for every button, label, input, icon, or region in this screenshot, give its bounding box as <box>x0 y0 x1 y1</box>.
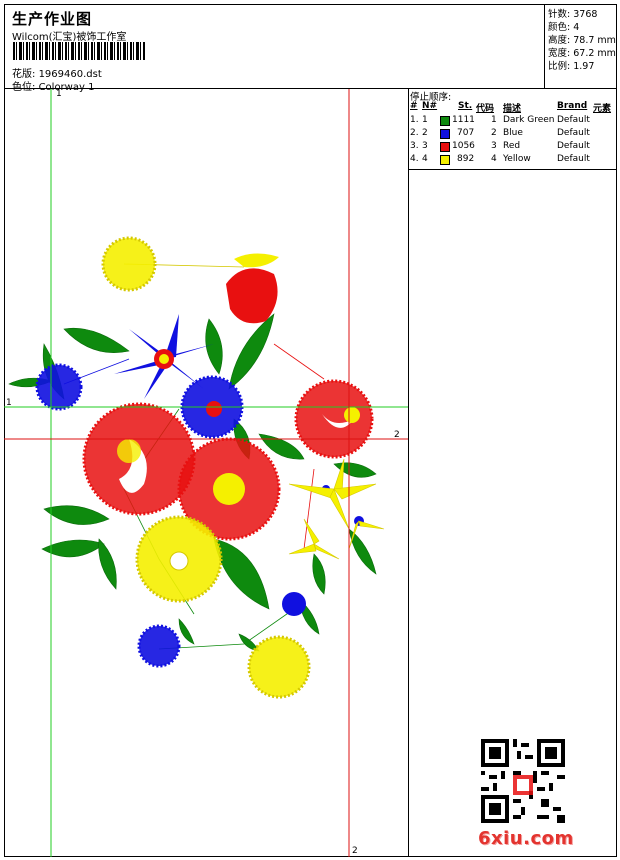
embroidery-design-area: 1 1 2 2 <box>4 89 409 857</box>
stat-width: 宽度: 67.2 mm <box>548 48 616 59</box>
stat-scale: 比例: 1.97 <box>548 61 595 72</box>
table-row: 4. 4 892 4 Yellow Default <box>410 154 590 165</box>
table-row: 1. 1 1111 1 Dark Green Default <box>410 115 590 126</box>
color-swatch <box>440 116 450 126</box>
col-stitches: St. <box>458 101 473 111</box>
company-name: Wilcom(汇宝)被饰工作室 <box>12 32 127 43</box>
color-swatch <box>440 129 450 139</box>
guide-label-v1: 1 <box>56 89 62 99</box>
col-brand: Brand <box>557 101 588 111</box>
table-row: 2. 2 707 2 Blue Default <box>410 128 590 139</box>
sheet-title: 生产作业图 <box>12 10 93 28</box>
col-code: 代码 <box>476 104 495 114</box>
color-swatch <box>440 155 450 165</box>
col-n: N# <box>422 101 438 111</box>
col-desc: 描述 <box>503 104 522 114</box>
embroidery-preview <box>4 89 408 857</box>
col-num: # <box>410 101 418 111</box>
color-swatch <box>440 142 450 152</box>
stats-panel: 针数: 3768 颜色: 4 高度: 78.7 mm 宽度: 67.2 mm 比… <box>545 4 617 89</box>
guide-label-h2: 2 <box>394 430 400 440</box>
guide-label-v2: 2 <box>352 846 358 856</box>
header-panel: 生产作业图 Wilcom(汇宝)被饰工作室 花版: 1969460.dst 色位… <box>4 4 545 93</box>
table-divider <box>409 169 617 170</box>
stat-colors: 颜色: 4 <box>548 22 580 33</box>
guide-label-h1: 1 <box>6 398 12 408</box>
stat-stitches: 针数: 3768 <box>548 9 598 20</box>
stat-height: 高度: 78.7 mm <box>548 35 616 46</box>
barcode <box>13 42 145 60</box>
table-row: 3. 3 1056 3 Red Default <box>410 141 590 152</box>
col-element: 元素 <box>593 104 612 114</box>
qr-code-icon <box>481 739 565 823</box>
watermark-text: 6xiu.com <box>478 828 574 849</box>
